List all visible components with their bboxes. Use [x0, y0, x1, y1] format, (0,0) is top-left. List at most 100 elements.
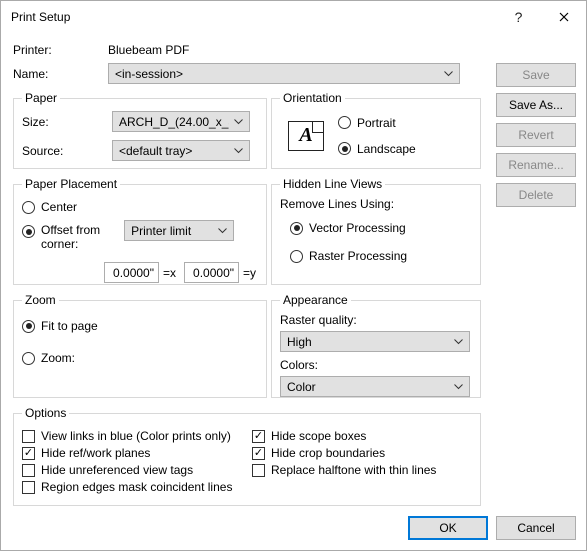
- view-links-check[interactable]: View links in blue (Color prints only): [22, 429, 252, 443]
- portrait-label: Portrait: [357, 116, 396, 130]
- hide-ref-check[interactable]: ✓ Hide ref/work planes: [22, 446, 252, 460]
- chevron-down-icon: [454, 384, 463, 390]
- titlebar: Print Setup ?: [1, 1, 586, 33]
- region-edges-label: Region edges mask coincident lines: [41, 480, 232, 494]
- save-as-button[interactable]: Save As...: [496, 93, 576, 117]
- appearance-group: Appearance Raster quality: High Colors: …: [271, 293, 481, 398]
- orientation-group: Orientation A Portrait Landscape: [271, 91, 481, 169]
- source-select-value: <default tray>: [119, 144, 192, 158]
- colors-label: Colors:: [280, 358, 472, 372]
- paper-group: Paper Size: ARCH_D_(24.00_x_36.00_ Sourc…: [13, 91, 267, 169]
- checkbox-icon: [22, 464, 35, 477]
- hide-unref-label: Hide unreferenced view tags: [41, 463, 193, 477]
- landscape-radio[interactable]: Landscape: [338, 142, 416, 156]
- options-group: Options View links in blue (Color prints…: [13, 406, 481, 506]
- radio-icon: [22, 225, 35, 238]
- orientation-legend: Orientation: [280, 91, 345, 105]
- dialog-title: Print Setup: [11, 10, 496, 24]
- raster-quality-label: Raster quality:: [280, 313, 472, 327]
- save-button[interactable]: Save: [496, 63, 576, 87]
- help-button[interactable]: ?: [496, 2, 541, 32]
- replace-halftone-label: Replace halftone with thin lines: [271, 463, 436, 477]
- checkbox-icon: ✓: [252, 447, 265, 460]
- fit-to-page-radio[interactable]: Fit to page: [22, 319, 258, 333]
- fit-to-page-label: Fit to page: [41, 319, 98, 333]
- hide-crop-label: Hide crop boundaries: [271, 446, 385, 460]
- chevron-down-icon: [234, 148, 243, 154]
- radio-icon: [22, 320, 35, 333]
- zoom-radio[interactable]: Zoom:: [22, 351, 258, 365]
- radio-icon: [290, 222, 303, 235]
- hidden-line-legend: Hidden Line Views: [280, 177, 385, 191]
- ok-button[interactable]: OK: [408, 516, 488, 540]
- paper-legend: Paper: [22, 91, 60, 105]
- zoom-label: Zoom:: [41, 351, 75, 365]
- hide-scope-check[interactable]: ✓ Hide scope boxes: [252, 429, 436, 443]
- options-legend: Options: [22, 406, 69, 420]
- radio-icon: [338, 142, 351, 155]
- offset-y-suffix: =y: [243, 266, 256, 280]
- paper-placement-legend: Paper Placement: [22, 177, 120, 191]
- raster-quality-value: High: [287, 335, 312, 349]
- offset-select[interactable]: Printer limit: [124, 220, 234, 241]
- chevron-down-icon: [454, 339, 463, 345]
- checkbox-icon: [252, 464, 265, 477]
- offset-label-1: Offset from: [41, 223, 100, 237]
- offset-label-2: corner:: [41, 237, 100, 251]
- center-label: Center: [41, 200, 77, 214]
- print-setup-dialog: Print Setup ? Printer: Bluebeam PDF Name…: [0, 0, 587, 551]
- hide-ref-label: Hide ref/work planes: [41, 446, 150, 460]
- appearance-legend: Appearance: [280, 293, 351, 307]
- name-select-value: <in-session>: [115, 67, 183, 81]
- radio-icon: [22, 201, 35, 214]
- offset-x-input[interactable]: 0.0000": [104, 262, 159, 283]
- vector-label: Vector Processing: [309, 221, 406, 235]
- hidden-line-group: Hidden Line Views Remove Lines Using: Ve…: [271, 177, 481, 285]
- hide-unref-check[interactable]: Hide unreferenced view tags: [22, 463, 252, 477]
- checkbox-icon: ✓: [252, 430, 265, 443]
- portrait-radio[interactable]: Portrait: [338, 116, 416, 130]
- colors-select[interactable]: Color: [280, 376, 470, 397]
- center-radio[interactable]: Center: [22, 200, 258, 214]
- radio-icon: [338, 116, 351, 129]
- close-button[interactable]: [541, 2, 586, 32]
- view-links-label: View links in blue (Color prints only): [41, 429, 231, 443]
- offset-radio[interactable]: Offset from corner:: [22, 223, 100, 251]
- orientation-icon: A: [288, 121, 324, 151]
- paper-placement-group: Paper Placement Center Offset from corne…: [13, 177, 267, 285]
- printer-label: Printer:: [13, 43, 108, 57]
- checkbox-icon: [22, 481, 35, 494]
- raster-quality-select[interactable]: High: [280, 331, 470, 352]
- name-label: Name:: [13, 67, 108, 81]
- hide-crop-check[interactable]: ✓ Hide crop boundaries: [252, 446, 436, 460]
- zoom-legend: Zoom: [22, 293, 59, 307]
- name-select[interactable]: <in-session>: [108, 63, 460, 84]
- region-edges-check[interactable]: Region edges mask coincident lines: [22, 480, 252, 494]
- landscape-label: Landscape: [357, 142, 416, 156]
- radio-icon: [290, 250, 303, 263]
- colors-value: Color: [287, 380, 316, 394]
- checkbox-icon: [22, 430, 35, 443]
- vector-radio[interactable]: Vector Processing: [290, 221, 472, 235]
- remove-lines-label: Remove Lines Using:: [280, 197, 472, 211]
- radio-icon: [22, 352, 35, 365]
- raster-label: Raster Processing: [309, 249, 407, 263]
- source-select[interactable]: <default tray>: [112, 140, 250, 161]
- hide-scope-label: Hide scope boxes: [271, 429, 366, 443]
- size-select[interactable]: ARCH_D_(24.00_x_36.00_: [112, 111, 250, 132]
- checkbox-icon: ✓: [22, 447, 35, 460]
- size-select-value: ARCH_D_(24.00_x_36.00_: [119, 115, 229, 129]
- chevron-down-icon: [218, 228, 227, 234]
- offset-x-suffix: =x: [163, 266, 176, 280]
- replace-halftone-check[interactable]: Replace halftone with thin lines: [252, 463, 436, 477]
- offset-y-input[interactable]: 0.0000": [184, 262, 239, 283]
- zoom-group: Zoom Fit to page Zoom:: [13, 293, 267, 398]
- rename-button[interactable]: Rename...: [496, 153, 576, 177]
- raster-radio[interactable]: Raster Processing: [290, 249, 472, 263]
- cancel-button[interactable]: Cancel: [496, 516, 576, 540]
- delete-button[interactable]: Delete: [496, 183, 576, 207]
- offset-select-value: Printer limit: [131, 224, 191, 238]
- size-label: Size:: [22, 115, 112, 129]
- close-icon: [559, 12, 569, 22]
- revert-button[interactable]: Revert: [496, 123, 576, 147]
